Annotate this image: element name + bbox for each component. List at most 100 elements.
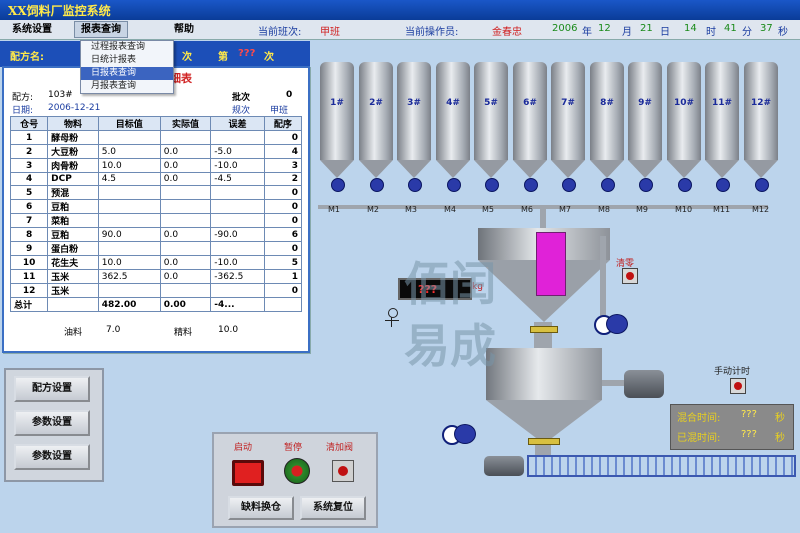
- recipe-table-row[interactable]: 4 DCP 4.5 0.0 -4.5 2: [9, 172, 303, 186]
- silo-valve-icon[interactable]: [755, 178, 769, 192]
- recipe-table-row[interactable]: 11 玉米 362.5 0.0 -362.5 1: [9, 269, 303, 284]
- mixer-drive-shaft: [602, 380, 624, 386]
- silo-valve-icon[interactable]: [408, 178, 422, 192]
- cell-order: 0: [263, 199, 303, 214]
- cell-bin: 7: [9, 213, 49, 228]
- elapsed-time-unit: 秒: [775, 433, 785, 444]
- recipe-detail-panel: 细表 配方: 103# 批次 0 日期: 2006-12-21 规次 甲班 仓号…: [2, 66, 310, 353]
- silo-8: [590, 62, 624, 160]
- recipe-table-row[interactable]: 5 预混 0: [9, 185, 303, 200]
- silo-5: [474, 62, 508, 160]
- recipe-table-row[interactable]: 12 玉米 0: [9, 283, 303, 298]
- total-target: 482.00: [97, 297, 161, 312]
- silo-6: [513, 62, 547, 160]
- silo-valve-icon[interactable]: [485, 178, 499, 192]
- recipe-table-row[interactable]: 1 酵母粉 0: [9, 130, 303, 145]
- cell-bin: 8: [9, 227, 49, 242]
- silo-valve-icon[interactable]: [331, 178, 345, 192]
- pause-button[interactable]: [284, 458, 310, 484]
- batch-no-value: ???: [238, 48, 256, 59]
- cell-material: 预混: [47, 185, 99, 200]
- recipe-settings-button[interactable]: 配方设置: [14, 376, 90, 402]
- cell-error: -4.5: [210, 172, 265, 186]
- silo-valve-icon[interactable]: [716, 178, 730, 192]
- mix-time-value: ???: [741, 409, 757, 420]
- elapsed-time-label: 已混时间:: [677, 433, 721, 444]
- watermark-text-1: 佰闰: [404, 257, 496, 311]
- clock-year: 2006: [552, 23, 578, 34]
- cell-error: [210, 199, 265, 214]
- cell-actual: 0.0: [159, 227, 212, 242]
- clock-minute-unit: 分: [742, 27, 752, 38]
- cell-error: [210, 130, 265, 145]
- cell-actual: 0.0: [159, 158, 212, 173]
- cell-material: 大豆粉: [47, 144, 99, 159]
- conveyor-motor-icon: [484, 456, 524, 476]
- cell-actual: [159, 130, 212, 145]
- menu-system-settings[interactable]: 系统设置: [6, 22, 58, 37]
- recipe-table-row[interactable]: 3 肉骨粉 10.0 0.0 -10.0 3: [9, 158, 303, 173]
- system-reset-button[interactable]: 系统复位: [300, 496, 366, 520]
- col-bin: 仓号: [9, 116, 49, 131]
- parameter-settings-button-2[interactable]: 参数设置: [14, 444, 90, 470]
- cell-bin: 3: [9, 158, 49, 173]
- watermark-text-2: 易成: [404, 319, 496, 373]
- manual-timer-indicator-icon: [734, 382, 742, 390]
- cell-target: 10.0: [97, 158, 161, 173]
- recipe-table-row[interactable]: 2 大豆粉 5.0 0.0 -5.0 4: [9, 144, 303, 159]
- recipe-table-row[interactable]: 10 花生夫 10.0 0.0 -10.0 5: [9, 255, 303, 270]
- app-title: XX饲料厂监控系统: [8, 4, 111, 18]
- silo-cone: [474, 160, 508, 178]
- motor-label: M9: [636, 205, 648, 214]
- recipe-table-row[interactable]: 8 豆粕 90.0 0.0 -90.0 6: [9, 227, 303, 242]
- silo-4: [436, 62, 470, 160]
- cell-order: 0: [263, 283, 303, 298]
- cell-bin: 11: [9, 269, 49, 284]
- silo-valve-icon[interactable]: [370, 178, 384, 192]
- silo-label: 8#: [600, 98, 614, 108]
- pause-label: 暂停: [284, 443, 303, 453]
- dropdown-item-monthly-report[interactable]: 月报表查询: [81, 80, 173, 93]
- silo-valve-icon[interactable]: [524, 178, 538, 192]
- dropdown-item-daily-report[interactable]: 日报表查询: [81, 67, 173, 80]
- shift-value: 甲班: [320, 27, 340, 38]
- menu-help[interactable]: 帮助: [168, 22, 200, 37]
- silo-valve-icon[interactable]: [562, 178, 576, 192]
- cell-order: 3: [263, 158, 303, 173]
- silo-valve-icon[interactable]: [678, 178, 692, 192]
- clear-button[interactable]: [622, 268, 638, 284]
- motor-label: M1: [328, 205, 340, 214]
- operator-icon: [384, 308, 400, 336]
- parameter-settings-button[interactable]: 参数设置: [14, 410, 90, 436]
- cell-bin: 4: [9, 172, 49, 186]
- feed-valve-button[interactable]: [332, 460, 354, 482]
- silo-cone: [436, 160, 470, 178]
- cell-order: 1: [263, 269, 303, 284]
- cell-error: -10.0: [210, 158, 265, 173]
- batch-no-label: 第: [218, 52, 228, 63]
- silo-label: 3#: [407, 98, 421, 108]
- recipe-table: 仓号 物料 目标值 实际值 误差 配序 1 酵母粉 0 2 大豆粉 5.0 0.0 -5.0 4…: [9, 116, 303, 312]
- silo-label: 1#: [330, 98, 344, 108]
- recipe-table-row[interactable]: 9 蛋白粉 0: [9, 241, 303, 256]
- dropdown-item-daily-stats[interactable]: 日统计报表: [81, 54, 173, 67]
- manual-timer-button[interactable]: [730, 378, 746, 394]
- settings-button-group: 配方设置 参数设置 参数设置: [4, 368, 104, 482]
- silo-valve-icon[interactable]: [639, 178, 653, 192]
- recipe-table-row[interactable]: 7 菜粕 0: [9, 213, 303, 228]
- recipe-table-row[interactable]: 6 豆粕 0: [9, 199, 303, 214]
- dropdown-item-process-report[interactable]: 过程报表查询: [81, 41, 173, 54]
- start-button[interactable]: [232, 460, 264, 486]
- menu-report-query[interactable]: 报表查询: [74, 21, 128, 38]
- scale-hopper: [478, 228, 610, 296]
- cell-actual: [159, 199, 212, 214]
- silo-label: 10#: [673, 98, 695, 108]
- recipe-total-row: 总计 482.00 0.00 -4...: [9, 297, 303, 312]
- cell-order: 0: [263, 185, 303, 200]
- silo-valve-icon[interactable]: [447, 178, 461, 192]
- feed-valve-indicator-icon: [338, 466, 348, 476]
- silo-valve-icon[interactable]: [601, 178, 615, 192]
- silo-cone: [628, 160, 662, 178]
- material-swap-button[interactable]: 缺料换仓: [228, 496, 294, 520]
- cell-target: 362.5: [97, 269, 161, 284]
